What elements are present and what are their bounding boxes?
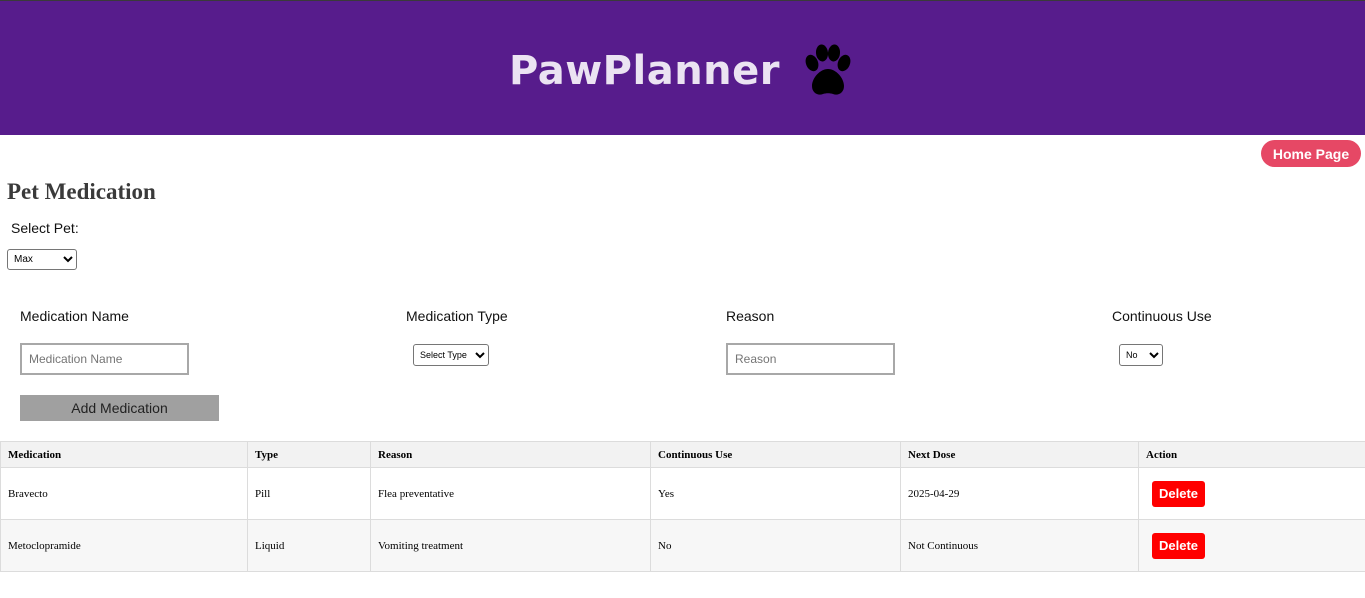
add-medication-button[interactable]: Add Medication (20, 395, 219, 421)
table-row: Bravecto Pill Flea preventative Yes 2025… (0, 467, 1365, 520)
home-page-button[interactable]: Home Page (1261, 140, 1361, 167)
medication-type-label: Medication Type (406, 308, 508, 324)
brand: PawPlanner (0, 43, 1365, 99)
table-header-row: Medication Type Reason Continuous Use Ne… (0, 441, 1365, 468)
cell-action: Delete (1138, 519, 1365, 572)
header-next-dose: Next Dose (900, 441, 1139, 468)
cell-continuous-use: Yes (650, 467, 901, 520)
continuous-use-label: Continuous Use (1112, 308, 1212, 324)
app-title: PawPlanner (508, 48, 780, 94)
select-pet-label: Select Pet: (11, 220, 79, 236)
cell-medication: Bravecto (0, 467, 248, 520)
medication-name-input[interactable] (20, 343, 189, 375)
header-reason: Reason (370, 441, 651, 468)
cell-action: Delete (1138, 467, 1365, 520)
cell-type: Pill (247, 467, 371, 520)
cell-next-dose: Not Continuous (900, 519, 1139, 572)
header-action: Action (1138, 441, 1365, 468)
page-title: Pet Medication (7, 179, 156, 204)
cell-reason: Flea preventative (370, 467, 651, 520)
medication-table: Medication Type Reason Continuous Use Ne… (0, 441, 1365, 572)
reason-input[interactable] (726, 343, 895, 375)
delete-button[interactable]: Delete (1152, 480, 1205, 507)
continuous-use-select[interactable]: No (1119, 344, 1163, 366)
pet-select[interactable]: Max (7, 249, 77, 270)
delete-button[interactable]: Delete (1152, 532, 1205, 559)
cell-type: Liquid (247, 519, 371, 572)
header-medication: Medication (0, 441, 248, 468)
reason-label: Reason (726, 308, 775, 324)
app-header: PawPlanner (0, 0, 1365, 135)
medication-name-label: Medication Name (20, 308, 129, 324)
cell-next-dose: 2025-04-29 (900, 467, 1139, 520)
cell-reason: Vomiting treatment (370, 519, 651, 572)
table-row: Metoclopramide Liquid Vomiting treatment… (0, 519, 1365, 572)
header-type: Type (247, 441, 371, 468)
cell-continuous-use: No (650, 519, 901, 572)
cell-medication: Metoclopramide (0, 519, 248, 572)
medication-type-select[interactable]: Select Type (413, 344, 489, 366)
paw-icon (805, 44, 851, 95)
header-continuous-use: Continuous Use (650, 441, 901, 468)
